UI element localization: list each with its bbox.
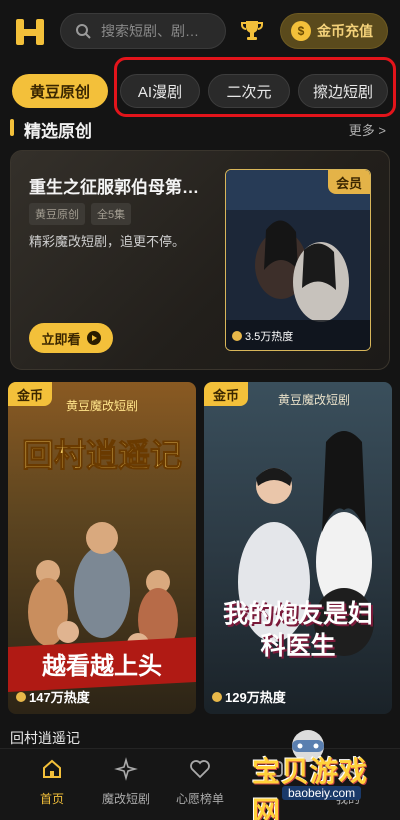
- featured-heat-label: 3.5万热度: [245, 331, 294, 343]
- more-link[interactable]: 更多 >: [349, 120, 386, 139]
- watermark-url: baobeiy.com: [282, 786, 362, 800]
- drama-poster-0: 黄豆魔改短剧 回村逍遥记 越看越上头: [8, 382, 196, 714]
- poster-slogan-0: 越看越上头: [42, 653, 162, 680]
- nav-remix-drama-label: 魔改短剧: [101, 792, 150, 806]
- watermark-text: 宝贝游戏网: [252, 756, 369, 820]
- tag-episodes: 全5集: [91, 203, 132, 225]
- section-title: 精选原创: [24, 122, 92, 141]
- recharge-label: 金币充值: [317, 23, 373, 39]
- app-logo-icon[interactable]: [14, 16, 46, 48]
- fire-icon: [16, 691, 26, 702]
- site-watermark: 宝贝游戏网 baobeiy.com: [224, 724, 396, 820]
- search-placeholder: 搜索短剧、剧…: [101, 23, 199, 39]
- recharge-button[interactable]: $ 金币充值: [280, 13, 388, 49]
- drama-heat-1: 129万热度: [212, 687, 286, 706]
- featured-tags: 黄豆原创 全5集: [29, 203, 132, 225]
- featured-title: 重生之征服郭伯母第…: [29, 178, 199, 197]
- featured-poster-art: [226, 170, 370, 350]
- coin-icon: $: [291, 21, 311, 41]
- drama-heat-label-0: 147万热度: [29, 690, 90, 705]
- drama-heat-label-1: 129万热度: [225, 690, 286, 705]
- annotation-highlight-box: [114, 57, 396, 117]
- heart-icon: [190, 760, 210, 779]
- trophy-icon[interactable]: [238, 16, 266, 44]
- home-icon: [43, 759, 61, 778]
- nav-remix-drama[interactable]: 魔改短剧: [90, 757, 162, 807]
- tag-original: 黄豆原创: [29, 203, 85, 225]
- poster-series-0: 黄豆魔改短剧: [66, 398, 138, 413]
- poster-series-1: 黄豆魔改短剧: [278, 392, 350, 407]
- vip-badge: 会员: [328, 170, 370, 194]
- featured-card[interactable]: 重生之征服郭伯母第… 黄豆原创 全5集 精彩魔改短剧，追更不停。 立即看 会员 …: [10, 150, 390, 370]
- watch-now-button[interactable]: 立即看: [29, 323, 113, 353]
- section-header: 精选原创 更多 >: [10, 117, 390, 141]
- fire-icon: [212, 691, 222, 702]
- nav-home[interactable]: 首页: [16, 757, 88, 807]
- search-icon: [76, 24, 91, 39]
- featured-description: 精彩魔改短剧，追更不停。: [29, 234, 186, 249]
- featured-heat: 3.5万热度: [232, 328, 293, 344]
- watch-now-label: 立即看: [41, 331, 81, 347]
- section-accent-bar: [10, 119, 14, 136]
- tab-category-0[interactable]: 黄豆原创: [12, 74, 108, 108]
- coin-badge-1: 金币: [204, 382, 248, 406]
- sparkle-icon: [114, 757, 138, 781]
- poster-title-0: 回村逍遥记: [22, 437, 182, 473]
- nav-home-label: 首页: [39, 792, 64, 806]
- coin-badge-0: 金币: [8, 382, 52, 406]
- drama-title-0: 回村逍遥记: [10, 730, 80, 746]
- drama-card-1[interactable]: 黄豆魔改短剧 我的炮友是妇科医生 金币 129万热度: [204, 382, 392, 714]
- drama-card-0[interactable]: 黄豆魔改短剧 回村逍遥记 越看越上头 金币 147万热度: [8, 382, 196, 714]
- search-input[interactable]: 搜索短剧、剧…: [60, 13, 226, 49]
- play-icon: [86, 331, 101, 345]
- drama-poster-1: 黄豆魔改短剧 我的炮友是妇科医生: [204, 382, 392, 714]
- top-bar: 搜索短剧、剧… $ 金币充值: [0, 0, 400, 64]
- fire-icon: [232, 331, 242, 341]
- featured-poster[interactable]: 会员 3.5万热度: [225, 169, 371, 351]
- drama-heat-0: 147万热度: [16, 687, 90, 706]
- poster-title-1: 我的炮友是妇科医生: [222, 600, 373, 660]
